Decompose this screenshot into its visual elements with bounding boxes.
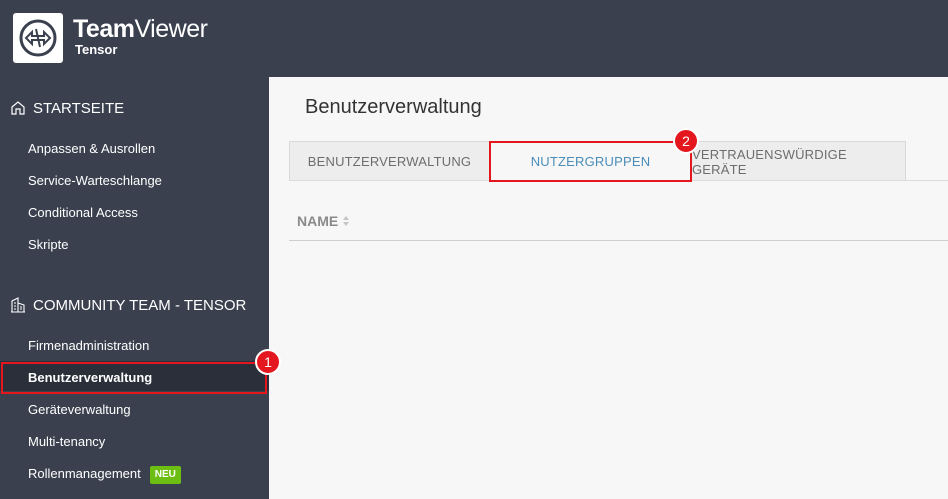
section-home[interactable]: STARTSEITE	[9, 98, 124, 118]
step-marker-2: 2	[673, 128, 699, 154]
sidebar-item-multi-tenancy[interactable]: Multi-tenancy	[28, 434, 105, 450]
brand-name: TeamViewer	[73, 15, 208, 43]
sidebar-item-rollenmanagement[interactable]: Rollenmanagement NEU	[28, 466, 181, 484]
sidebar: STARTSEITE Anpassen & Ausrollen Service-…	[0, 77, 269, 499]
sidebar-item-label: Rollenmanagement	[28, 466, 141, 481]
sidebar-item-service-warteschlange[interactable]: Service-Warteschlange	[28, 173, 162, 189]
sidebar-item-conditional-access[interactable]: Conditional Access	[28, 205, 138, 221]
section-company-label: COMMUNITY TEAM - TENSOR	[33, 296, 247, 314]
top-bar: TeamViewer Tensor	[0, 0, 948, 77]
new-badge: NEU	[149, 466, 181, 484]
tab-benutzerverwaltung[interactable]: BENUTZERVERWALTUNG	[289, 141, 490, 181]
column-header-label: NAME	[297, 213, 339, 229]
page-title: Benutzerverwaltung	[305, 96, 482, 118]
home-icon	[11, 101, 25, 115]
tab-vertrauenswuerdige-geraete[interactable]: VERTRAUENSWÜRDIGE GERÄTE	[691, 141, 906, 181]
step-marker-1: 1	[255, 349, 281, 375]
section-home-label: STARTSEITE	[33, 99, 125, 117]
building-icon	[11, 297, 25, 313]
sidebar-item-geraeteverwaltung[interactable]: Geräteverwaltung	[28, 402, 131, 418]
sort-icon[interactable]	[342, 215, 350, 227]
highlight-box-benutzerverwaltung	[1, 362, 267, 394]
sidebar-item-firmenadministration[interactable]: Firmenadministration	[28, 338, 149, 354]
brand-product: Tensor	[75, 42, 118, 57]
column-header-name[interactable]: NAME	[297, 213, 350, 229]
teamviewer-logo-icon[interactable]	[13, 13, 63, 63]
sidebar-item-anpassen[interactable]: Anpassen & Ausrollen	[28, 141, 155, 157]
section-company[interactable]: COMMUNITY TEAM - TENSOR	[9, 295, 246, 315]
sidebar-item-skripte[interactable]: Skripte	[28, 237, 68, 253]
highlight-box-nutzergruppen	[489, 141, 692, 182]
table-header-divider	[289, 240, 948, 241]
